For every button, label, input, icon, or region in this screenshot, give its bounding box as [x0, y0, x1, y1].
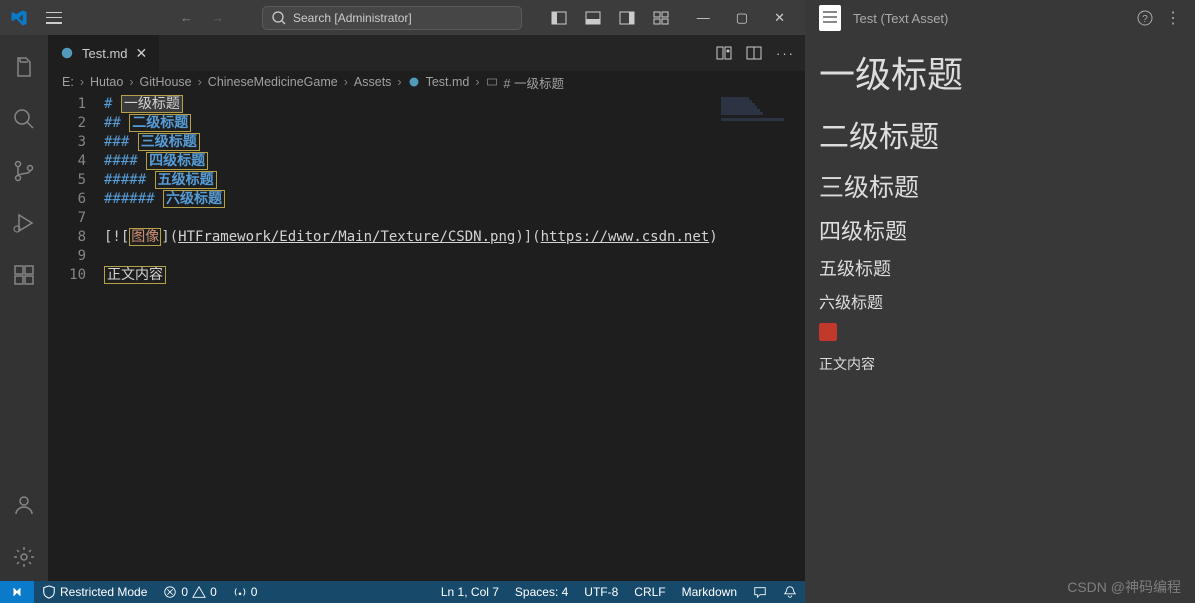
remote-indicator[interactable] [0, 581, 34, 603]
activity-scm[interactable] [0, 147, 48, 195]
nav-back-icon[interactable]: ← [180, 10, 193, 25]
search-icon [12, 107, 36, 131]
notifications-button[interactable] [775, 585, 805, 599]
tab-actions: ··· [706, 35, 805, 71]
extensions-icon [12, 263, 36, 287]
window-controls: — ▢ ✕ [697, 10, 785, 26]
preview-menu-icon[interactable]: ⋮ [1165, 8, 1181, 28]
preview-h4: 四级标题 [819, 214, 1181, 246]
titlebar: ← → Search [Administrator] — ▢ ✕ [0, 0, 805, 35]
layout-controls [551, 10, 669, 26]
markdown-file-icon [60, 46, 74, 60]
breadcrumb-seg[interactable]: Test.md [426, 75, 470, 89]
tab-test-md[interactable]: Test.md ✕ [48, 35, 160, 71]
help-icon[interactable]: ? [1137, 10, 1153, 26]
debug-icon [12, 211, 36, 235]
hamburger-menu-icon[interactable] [46, 10, 62, 26]
encoding-button[interactable]: UTF-8 [576, 585, 626, 599]
activity-extensions[interactable] [0, 251, 48, 299]
status-bar: Restricted Mode 0 0 0 Ln 1, Col 7 Spaces… [0, 581, 805, 603]
breadcrumb-seg[interactable]: # 一级标题 [504, 73, 564, 92]
vscode-window: ← → Search [Administrator] — ▢ ✕ [0, 0, 805, 603]
minimize-icon[interactable]: — [697, 10, 710, 26]
breadcrumb-seg[interactable]: Hutao [90, 75, 123, 89]
split-editor-icon[interactable] [746, 45, 762, 61]
line-gutter: 1 2 3 4 5 6 7 8 9 10 [48, 93, 104, 581]
files-icon [12, 55, 36, 79]
unity-inspector-preview: Test (Text Asset) ? ⋮ 一级标题 二级标题 三级标题 四级标… [805, 0, 1195, 603]
remote-icon [10, 585, 24, 599]
tab-close-icon[interactable]: ✕ [136, 45, 148, 62]
gear-icon [12, 545, 36, 569]
tab-bar: Test.md ✕ ··· [48, 35, 805, 71]
svg-text:?: ? [1142, 14, 1148, 25]
branch-icon [12, 159, 36, 183]
search-placeholder: Search [Administrator] [293, 11, 412, 25]
preview-h1: 一级标题 [819, 46, 1181, 98]
error-icon [163, 585, 177, 599]
problems-button[interactable]: 0 0 [155, 585, 224, 599]
activity-search[interactable] [0, 95, 48, 143]
tab-label: Test.md [82, 46, 128, 61]
ports-button[interactable]: 0 [225, 585, 266, 599]
maximize-icon[interactable]: ▢ [736, 10, 748, 26]
preview-body: 一级标题 二级标题 三级标题 四级标题 五级标题 六级标题 正文内容 [805, 36, 1195, 374]
preview-title: Test (Text Asset) [853, 11, 948, 26]
code-content[interactable]: # 一级标题 ## 二级标题 ### 三级标题 #### 四级标题 ##### … [104, 93, 805, 581]
preview-header: Test (Text Asset) ? ⋮ [805, 0, 1195, 36]
breadcrumb-seg[interactable]: Assets [354, 75, 392, 89]
breadcrumb-seg[interactable]: ChineseMedicineGame [208, 75, 338, 89]
code-editor[interactable]: 1 2 3 4 5 6 7 8 9 10 # 一级标题 ## 二级标题 ### … [48, 93, 805, 581]
search-icon [271, 10, 287, 26]
ln-col-button[interactable]: Ln 1, Col 7 [433, 585, 507, 599]
eol-button[interactable]: CRLF [626, 585, 673, 599]
open-preview-icon[interactable] [716, 45, 732, 61]
toggle-secondary-sidebar-icon[interactable] [619, 10, 635, 26]
toggle-panel-icon[interactable] [585, 10, 601, 26]
preview-h6: 六级标题 [819, 289, 1181, 313]
preview-h3: 三级标题 [819, 168, 1181, 204]
language-button[interactable]: Markdown [674, 585, 745, 599]
markdown-file-icon [408, 76, 420, 88]
shield-icon [42, 585, 56, 599]
restricted-mode-button[interactable]: Restricted Mode [34, 585, 155, 599]
account-icon [12, 493, 36, 517]
warning-icon [192, 585, 206, 599]
breadcrumb-seg[interactable]: GitHouse [140, 75, 192, 89]
editor-region: Test.md ✕ ··· E:› Hutao› GitHouse› Chine… [48, 35, 805, 581]
preview-body-text: 正文内容 [819, 354, 1181, 374]
preview-h5: 五级标题 [819, 255, 1181, 281]
breadcrumb-seg[interactable]: E: [62, 75, 74, 89]
search-input[interactable]: Search [Administrator] [262, 6, 522, 30]
feedback-button[interactable] [745, 585, 775, 599]
nav-forward-icon[interactable]: → [211, 10, 224, 25]
bell-icon [783, 585, 797, 599]
preview-image-placeholder [819, 323, 837, 341]
activity-debug[interactable] [0, 199, 48, 247]
activity-bar [0, 35, 48, 581]
preview-h2: 二级标题 [819, 112, 1181, 156]
feedback-icon [753, 585, 767, 599]
close-icon[interactable]: ✕ [774, 10, 785, 26]
vscode-logo-icon [10, 9, 28, 27]
text-asset-icon [819, 5, 841, 31]
customize-layout-icon[interactable] [653, 10, 669, 26]
nav-arrows: ← → [180, 10, 224, 25]
broadcast-icon [233, 585, 247, 599]
symbol-icon [486, 76, 498, 88]
breadcrumb[interactable]: E:› Hutao› GitHouse› ChineseMedicineGame… [48, 71, 805, 93]
toggle-primary-sidebar-icon[interactable] [551, 10, 567, 26]
minimap[interactable] [721, 97, 791, 127]
activity-explorer[interactable] [0, 43, 48, 91]
more-actions-icon[interactable]: ··· [776, 46, 795, 61]
activity-settings[interactable] [0, 533, 48, 581]
spaces-button[interactable]: Spaces: 4 [507, 585, 576, 599]
activity-account[interactable] [0, 481, 48, 529]
